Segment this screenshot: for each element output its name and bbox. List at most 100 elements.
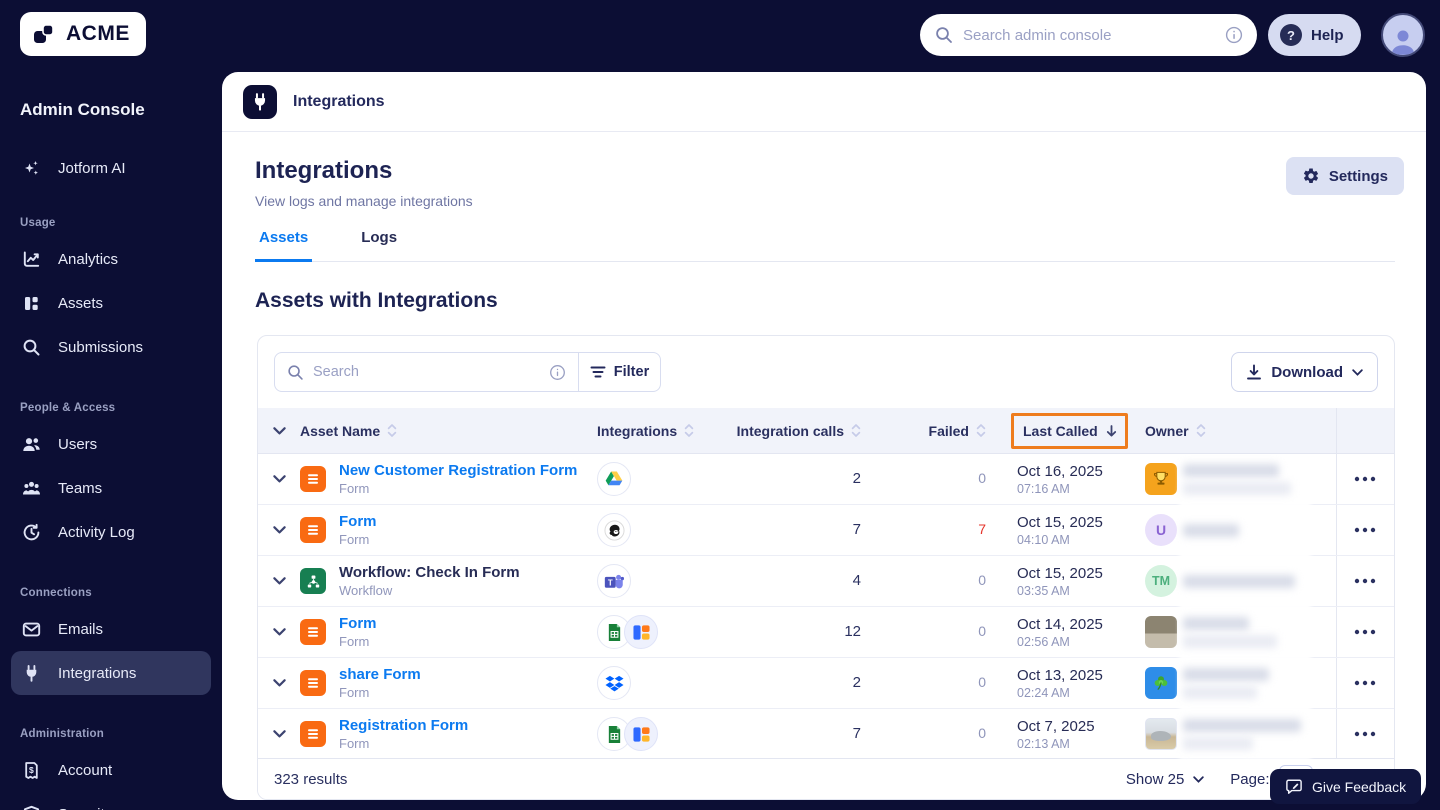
question-mark-icon: ? [1280,24,1302,46]
owner-avatar-photo[interactable] [1145,718,1177,750]
sort-desc-icon[interactable] [1106,425,1117,437]
table-row: share Form Form 2 0 Oct 13, 2025 02:24 A… [258,658,1394,709]
column-header-last-called[interactable]: Last Called [1011,413,1128,449]
row-actions-menu[interactable] [1354,680,1376,686]
asset-name-link[interactable]: Workflow: Check In Form [339,564,520,581]
expand-row-icon[interactable] [273,577,286,585]
brand-logo[interactable]: ACME [20,12,146,56]
download-button[interactable]: Download [1231,352,1378,392]
asset-name-link[interactable]: Form [339,615,377,632]
download-label: Download [1271,364,1343,381]
sidebar-item-users[interactable]: Users [0,422,222,466]
table-search[interactable] [275,353,578,391]
page-subtitle: View logs and manage integrations [255,193,1404,209]
asset-name-link[interactable]: Form [339,513,377,530]
column-header-asset-name[interactable]: Asset Name [300,423,397,439]
expand-row-icon[interactable] [273,628,286,636]
tab-assets[interactable]: Assets [255,229,312,262]
row-actions-menu[interactable] [1354,731,1376,737]
help-label: Help [1311,27,1344,44]
info-icon[interactable] [1225,26,1243,44]
user-avatar[interactable] [1381,13,1425,57]
table-row: New Customer Registration Form Form 2 0 … [258,454,1394,505]
asset-name-link[interactable]: Registration Form [339,717,468,734]
workflow-icon [300,568,326,594]
tab-bar: Assets Logs [255,229,1395,262]
owner-avatar-initial[interactable]: U [1145,514,1177,546]
billing-document-icon: $ [22,761,41,780]
owner-avatar-photo[interactable] [1145,616,1177,648]
row-actions-menu[interactable] [1354,476,1376,482]
row-actions-menu[interactable] [1354,527,1376,533]
breadcrumb: Integrations [222,72,1426,132]
sort-icon[interactable] [684,423,694,438]
sidebar-item-label: Jotform AI [58,160,126,177]
asset-name-link[interactable]: share Form [339,666,421,683]
sidebar-item-jotform-ai[interactable]: Jotform AI [0,146,222,190]
admin-search-input[interactable] [963,27,1215,44]
row-actions-menu[interactable] [1354,578,1376,584]
sort-icon[interactable] [976,423,986,438]
tab-logs[interactable]: Logs [357,229,401,261]
help-button[interactable]: ? Help [1268,14,1361,56]
show-per-page-label: Show 25 [1126,771,1184,788]
analytics-icon [22,250,41,269]
settings-button[interactable]: Settings [1286,157,1404,195]
sort-icon[interactable] [1196,423,1206,438]
table-footer: 323 results Show 25 Page: of [258,758,1394,799]
failed-value: 0 [978,572,986,588]
owner-avatar-trophy[interactable] [1145,463,1177,495]
jotform-tables-icon [624,615,658,649]
sort-icon[interactable] [387,423,397,438]
sidebar-item-account[interactable]: $ Account [0,748,222,792]
expand-row-icon[interactable] [273,475,286,483]
sidebar-item-submissions[interactable]: Submissions [0,325,222,369]
give-feedback-button[interactable]: Give Feedback [1270,769,1421,804]
row-actions-menu[interactable] [1354,629,1376,635]
redacted-owner-name [1183,719,1301,750]
teams-icon [22,479,41,498]
sidebar-item-label: Users [58,436,97,453]
sidebar-item-label: Assets [58,295,103,312]
google-drive-icon [597,462,631,496]
show-per-page-select[interactable]: Show 25 [1126,771,1204,788]
asset-name-link[interactable]: New Customer Registration Form [339,462,577,479]
table-row: Form Form 12 0 Oct 14, 2025 02:56 AM [258,607,1394,658]
expand-all-icon[interactable] [273,427,286,435]
redacted-owner-name [1183,524,1239,537]
asset-type: Form [339,634,377,649]
expand-row-icon[interactable] [273,526,286,534]
failed-value: 7 [978,521,986,537]
column-header-failed[interactable]: Failed [866,423,986,439]
table-header-row: Asset Name Integrations Integration call… [258,408,1394,454]
sidebar-item-label: Teams [58,480,102,497]
sidebar-item-emails[interactable]: Emails [0,607,222,651]
last-called-date: Oct 16, 2025 [1017,463,1141,480]
asset-type: Form [339,685,421,700]
sidebar-item-integrations[interactable]: Integrations [11,651,211,695]
asset-type: Form [339,532,377,547]
column-header-integration-calls[interactable]: Integration calls [733,423,861,439]
owner-avatar-clover[interactable] [1145,667,1177,699]
sidebar-item-security[interactable]: Security [0,792,222,810]
owner-avatar-initials[interactable]: TM [1145,565,1177,597]
filter-button[interactable]: Filter [578,353,660,391]
admin-search-bar[interactable] [920,14,1257,56]
section-title: Assets with Integrations [255,289,1426,313]
column-header-owner[interactable]: Owner [1145,423,1206,439]
expand-row-icon[interactable] [273,679,286,687]
sidebar-item-activity-log[interactable]: Activity Log [0,510,222,554]
asset-type: Form [339,481,577,496]
column-header-integrations[interactable]: Integrations [597,423,694,439]
feedback-label: Give Feedback [1312,779,1406,795]
sort-icon[interactable] [851,423,861,438]
sidebar-item-teams[interactable]: Teams [0,466,222,510]
acme-logo-icon [32,21,58,47]
sidebar-item-analytics[interactable]: Analytics [0,237,222,281]
last-called-date: Oct 13, 2025 [1017,667,1141,684]
expand-row-icon[interactable] [273,730,286,738]
feedback-icon [1285,779,1303,795]
table-search-input[interactable] [313,364,540,380]
sidebar-item-assets[interactable]: Assets [0,281,222,325]
info-icon[interactable] [549,364,566,381]
